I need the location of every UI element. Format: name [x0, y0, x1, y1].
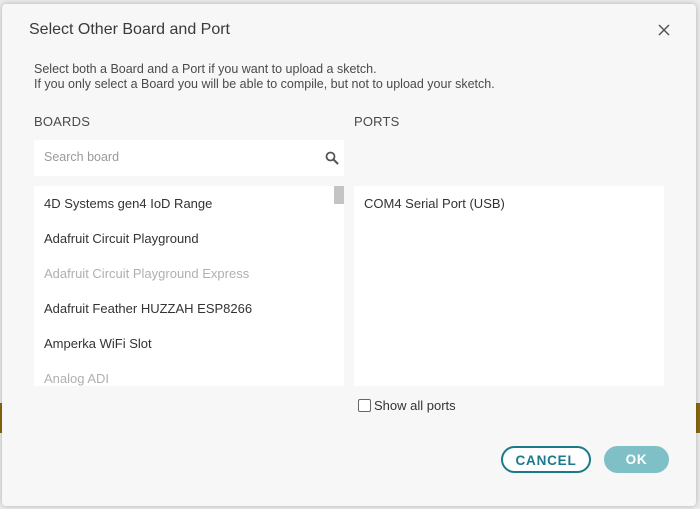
background-strip-right [696, 403, 700, 433]
board-item[interactable]: 4D Systems gen4 IoD Range [34, 186, 344, 221]
board-item[interactable]: Adafruit Feather HUZZAH ESP8266 [34, 291, 344, 326]
dialog-title: Select Other Board and Port [29, 21, 230, 38]
boards-scrollbar-thumb[interactable] [334, 186, 344, 204]
ports-label: PORTS [354, 114, 400, 129]
description-line-2: If you only select a Board you will be a… [34, 77, 495, 91]
close-button[interactable] [654, 20, 674, 40]
cancel-button[interactable]: CANCEL [501, 446, 591, 473]
board-search-box [34, 140, 344, 176]
board-item[interactable]: Adafruit Circuit Playground [34, 221, 344, 256]
boards-label: BOARDS [34, 114, 91, 129]
show-all-ports-label: Show all ports [374, 398, 456, 413]
search-icon[interactable] [325, 151, 339, 165]
boards-list[interactable]: 4D Systems gen4 IoD Range Adafruit Circu… [34, 186, 344, 386]
board-item[interactable]: Adafruit Circuit Playground Express [34, 256, 344, 291]
board-search-input[interactable] [34, 140, 314, 174]
description-line-1: Select both a Board and a Port if you wa… [34, 62, 377, 76]
select-board-port-dialog: Select Other Board and Port Select both … [2, 4, 696, 506]
dialog-description: Select both a Board and a Port if you wa… [34, 62, 495, 92]
show-all-ports-toggle[interactable]: Show all ports [358, 398, 456, 413]
board-item[interactable]: Analog ADI [34, 361, 344, 386]
show-all-ports-checkbox[interactable] [358, 399, 371, 412]
board-item[interactable]: Amperka WiFi Slot [34, 326, 344, 361]
port-item[interactable]: COM4 Serial Port (USB) [354, 186, 664, 221]
ports-list[interactable]: COM4 Serial Port (USB) [354, 186, 664, 386]
close-icon [658, 24, 670, 36]
ok-button[interactable]: OK [604, 446, 669, 473]
